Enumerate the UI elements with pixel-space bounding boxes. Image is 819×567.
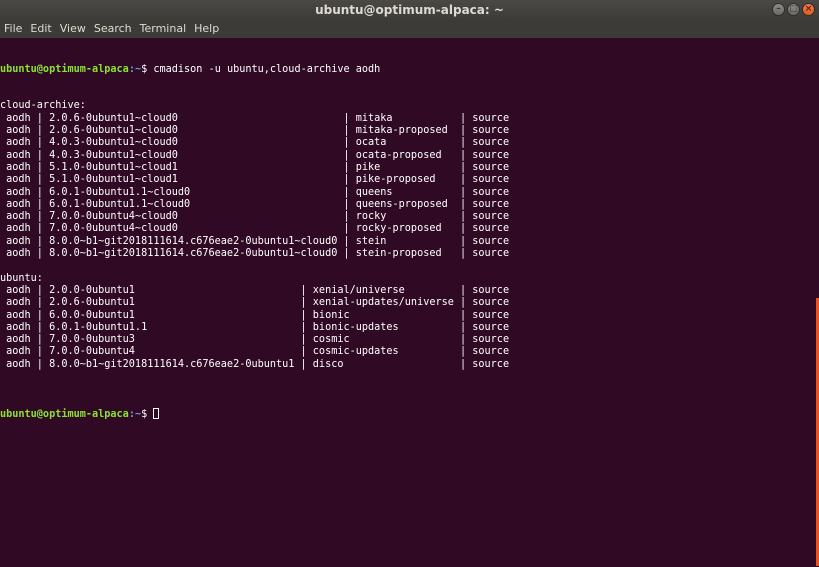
menu-file[interactable]: File bbox=[0, 20, 26, 38]
menu-bar: File Edit View Search Terminal Help bbox=[0, 20, 819, 38]
maximize-icon[interactable]: □ bbox=[787, 3, 800, 16]
prompt-symbol: $ bbox=[141, 408, 154, 420]
output-line: aodh | 8.0.0~b1~git2018111614.c676eae2-0… bbox=[0, 358, 510, 370]
output-line: cloud-archive: bbox=[0, 100, 86, 112]
command-output: cloud-archive: aodh | 2.0.6-0ubuntu1~clo… bbox=[0, 100, 815, 383]
output-line: aodh | 6.0.1-0ubuntu1.1 | bionic-updates… bbox=[0, 321, 510, 333]
output-line: aodh | 8.0.0~b1~git2018111614.c676eae2-0… bbox=[0, 235, 510, 247]
output-line: aodh | 8.0.0~b1~git2018111614.c676eae2-0… bbox=[0, 248, 510, 260]
terminal-output[interactable]: ubuntu@optimum-alpaca:~$ cmadison -u ubu… bbox=[0, 38, 815, 567]
command-text: cmadison -u ubuntu,cloud-archive aodh bbox=[153, 63, 381, 75]
output-line: ubuntu: bbox=[0, 272, 43, 284]
prompt-user: ubuntu@optimum-alpaca bbox=[0, 408, 129, 420]
prompt-path: :~ bbox=[128, 63, 142, 75]
output-line: aodh | 7.0.0-0ubuntu4~cloud0 | rocky-pro… bbox=[0, 223, 510, 235]
output-line: aodh | 7.0.0-0ubuntu3 | cosmic | source bbox=[0, 334, 510, 346]
menu-terminal[interactable]: Terminal bbox=[136, 20, 191, 38]
menu-help[interactable]: Help bbox=[190, 20, 223, 38]
output-line: aodh | 7.0.0-0ubuntu4 | cosmic-updates |… bbox=[0, 346, 510, 358]
close-icon[interactable]: × bbox=[802, 3, 815, 16]
output-line: aodh | 6.0.1-0ubuntu1.1~cloud0 | queens-… bbox=[0, 198, 510, 210]
prompt-path: :~ bbox=[128, 408, 142, 420]
output-line: aodh | 6.0.1-0ubuntu1.1~cloud0 | queens … bbox=[0, 186, 510, 198]
output-line: aodh | 6.0.0-0ubuntu1 | bionic | source bbox=[0, 309, 510, 321]
active-prompt-line[interactable]: ubuntu@optimum-alpaca:~$ bbox=[0, 407, 815, 420]
text-cursor bbox=[153, 407, 160, 419]
output-line: aodh | 2.0.6-0ubuntu1~cloud0 | mitaka-pr… bbox=[0, 125, 510, 137]
output-line: aodh | 5.1.0-0ubuntu1~cloud1 | pike-prop… bbox=[0, 174, 510, 186]
window-controls: – □ × bbox=[772, 3, 815, 16]
prompt-user: ubuntu@optimum-alpaca bbox=[0, 63, 129, 75]
output-line: aodh | 2.0.6-0ubuntu1 | xenial-updates/u… bbox=[0, 297, 510, 309]
output-line: aodh | 5.1.0-0ubuntu1~cloud1 | pike | so… bbox=[0, 161, 510, 173]
output-line: aodh | 4.0.3-0ubuntu1~cloud0 | ocata | s… bbox=[0, 137, 510, 149]
menu-view[interactable]: View bbox=[56, 20, 90, 38]
output-line: aodh | 4.0.3-0ubuntu1~cloud0 | ocata-pro… bbox=[0, 149, 510, 161]
output-line: aodh | 2.0.0-0ubuntu1 | xenial/universe … bbox=[0, 284, 510, 296]
window-title: ubuntu@optimum-alpaca: ~ bbox=[315, 3, 504, 17]
prompt-symbol: $ bbox=[141, 63, 154, 75]
window-titlebar[interactable]: ubuntu@optimum-alpaca: ~ – □ × bbox=[0, 0, 819, 20]
menu-search[interactable]: Search bbox=[90, 20, 136, 38]
output-line: aodh | 7.0.0-0ubuntu4~cloud0 | rocky | s… bbox=[0, 211, 510, 223]
minimize-icon[interactable]: – bbox=[772, 3, 785, 16]
output-line: aodh | 2.0.6-0ubuntu1~cloud0 | mitaka | … bbox=[0, 112, 510, 124]
command-line: ubuntu@optimum-alpaca:~$ cmadison -u ubu… bbox=[0, 64, 815, 76]
menu-edit[interactable]: Edit bbox=[26, 20, 55, 38]
